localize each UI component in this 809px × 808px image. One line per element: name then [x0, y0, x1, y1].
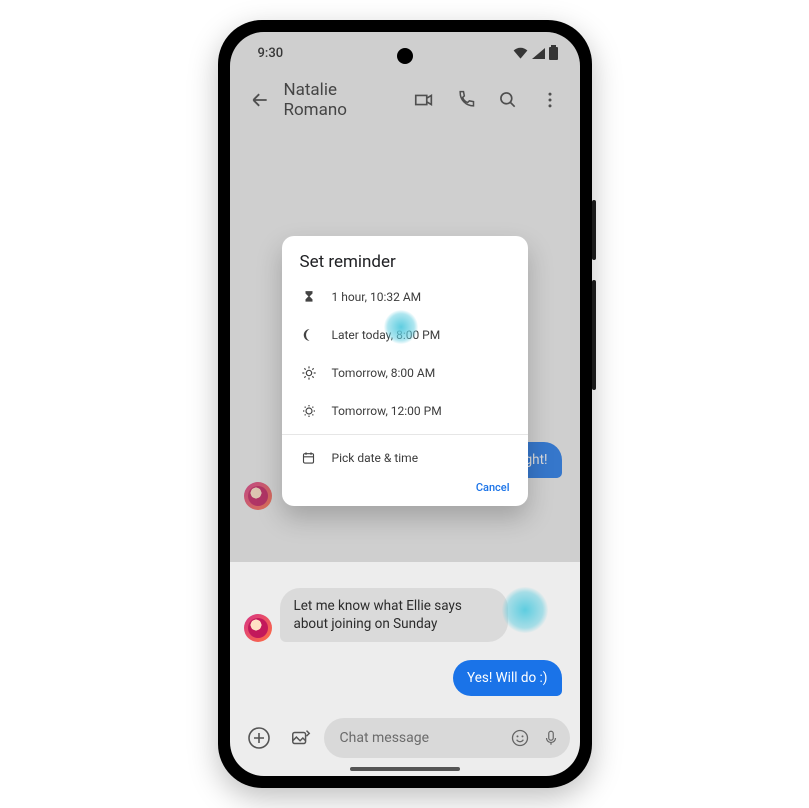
reminder-option-1hour[interactable]: 1 hour, 10:32 AM [282, 278, 528, 316]
cancel-button[interactable]: Cancel [476, 481, 510, 494]
touch-indicator [502, 587, 548, 633]
set-reminder-dialog: Set reminder 1 hour, 10:32 AM Later toda… [282, 236, 528, 506]
avatar[interactable] [244, 614, 272, 642]
moon-icon [300, 327, 318, 343]
message-sent[interactable]: Yes! Will do :) [453, 660, 561, 696]
hourglass-icon [300, 289, 318, 305]
option-label: Tomorrow, 8:00 AM [332, 366, 436, 380]
volume-button [592, 200, 596, 260]
dialog-title: Set reminder [282, 252, 528, 278]
pick-date-time-option[interactable]: Pick date & time [282, 439, 528, 477]
voice-input-button[interactable] [542, 728, 560, 748]
message-input[interactable]: Chat message [324, 718, 570, 758]
option-label: 1 hour, 10:32 AM [332, 290, 422, 304]
message-bubble: Yes! Will do :) [453, 660, 561, 696]
reminder-option-tomorrow-morning[interactable]: Tomorrow, 8:00 AM [282, 354, 528, 392]
option-label: Pick date & time [332, 451, 419, 465]
reminder-option-tomorrow-noon[interactable]: Tomorrow, 12:00 PM [282, 392, 528, 430]
add-button[interactable] [240, 719, 278, 757]
screen: 9:30 Natalie Romano [230, 32, 580, 776]
phone-frame: 9:30 Natalie Romano [218, 20, 592, 788]
emoji-button[interactable] [510, 728, 530, 748]
calendar-icon [300, 450, 318, 466]
power-button [592, 280, 596, 390]
gallery-button[interactable] [282, 719, 320, 757]
touch-indicator [384, 310, 418, 344]
message-input-placeholder: Chat message [340, 730, 430, 746]
divider [282, 434, 528, 435]
brightness-icon [300, 365, 318, 381]
front-camera [397, 48, 413, 64]
message-received[interactable]: Let me know what Ellie says about joinin… [244, 588, 508, 642]
nav-handle[interactable] [350, 767, 460, 771]
compose-bar: Chat message [230, 718, 580, 758]
message-bubble: Let me know what Ellie says about joinin… [280, 588, 508, 642]
sun-icon [300, 403, 318, 419]
option-label: Tomorrow, 12:00 PM [332, 404, 442, 418]
